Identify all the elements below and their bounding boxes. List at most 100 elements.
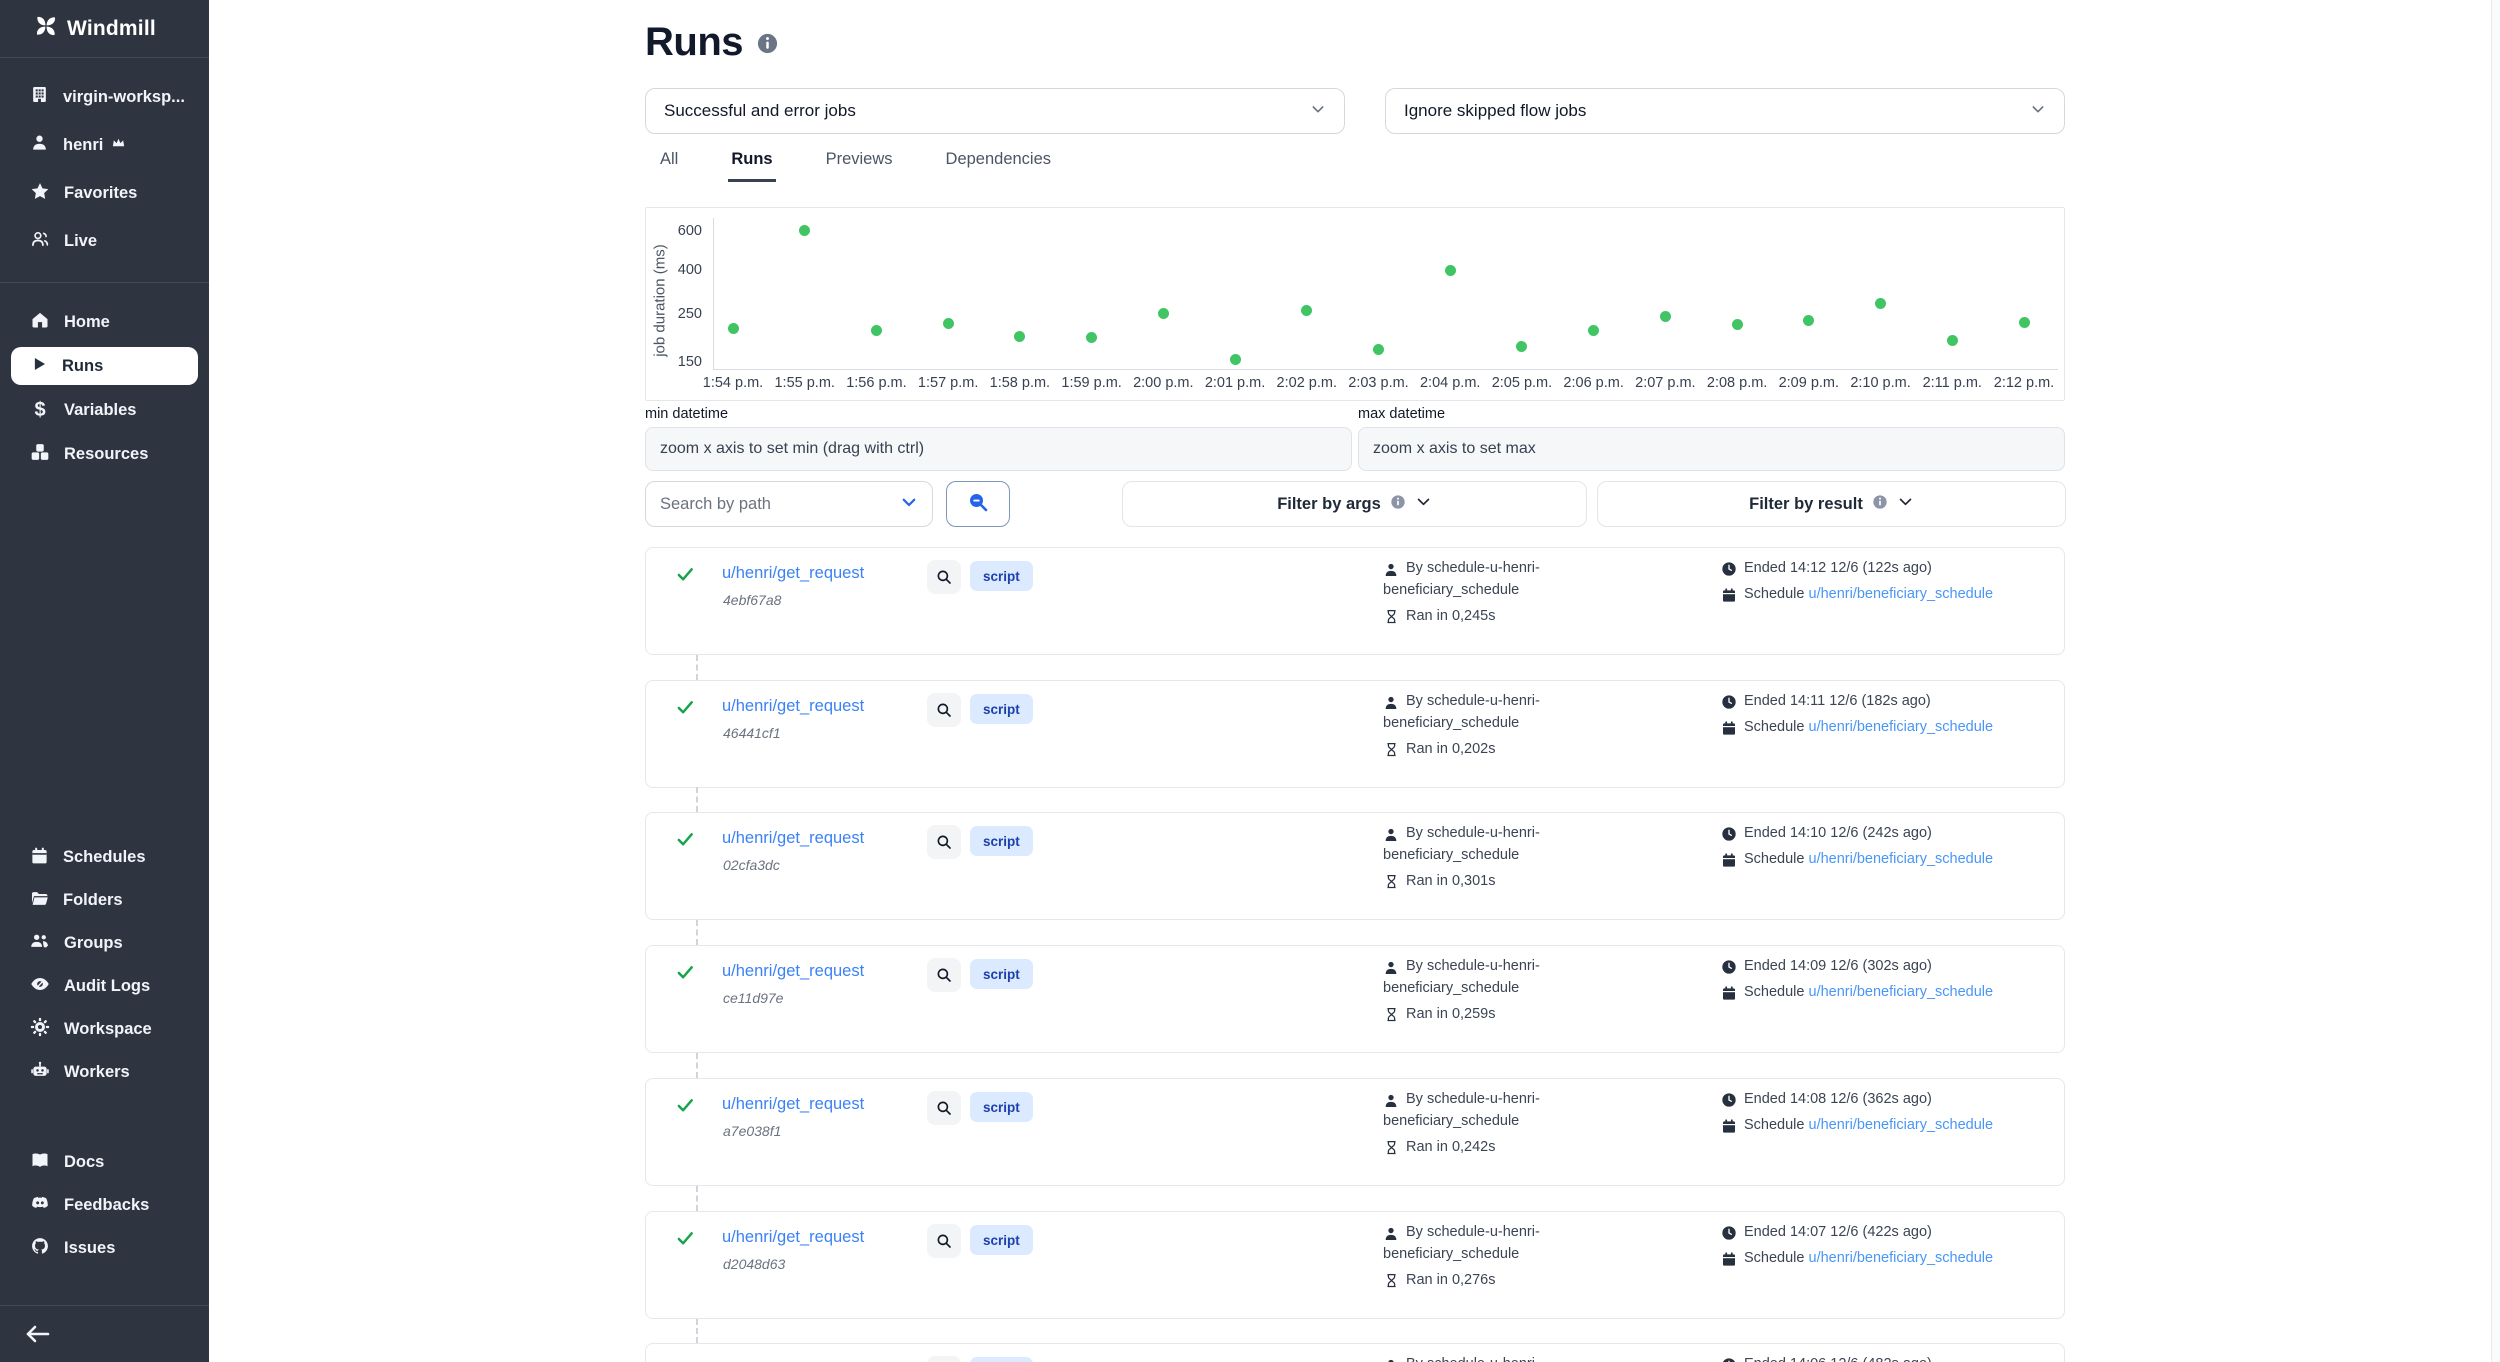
chart-data-point[interactable] bbox=[799, 225, 810, 236]
run-path-link[interactable]: u/henri/get_request bbox=[722, 697, 864, 716]
filter-by-result-button[interactable]: Filter by result bbox=[1597, 481, 2066, 527]
partial-run-card[interactable]: u/henri/get_request script By schedule-u… bbox=[645, 1343, 2065, 1362]
schedule-path-link[interactable]: u/henri/beneficiary_schedule bbox=[1809, 984, 1994, 1000]
run-path-link[interactable]: u/henri/get_request bbox=[722, 1228, 864, 1247]
run-card[interactable]: u/henri/get_request script d2048d63 By s… bbox=[645, 1211, 2065, 1319]
inspect-run-button[interactable] bbox=[927, 1091, 961, 1125]
sidebar-item-workers[interactable]: Workers bbox=[0, 1051, 209, 1094]
hourglass-icon bbox=[1384, 742, 1399, 762]
tab-dependencies[interactable]: Dependencies bbox=[943, 142, 1055, 182]
run-card[interactable]: u/henri/get_request script By schedule-u… bbox=[645, 1343, 2065, 1362]
run-card[interactable]: u/henri/get_request script 46441cf1 By s… bbox=[645, 680, 2065, 788]
chart-data-point[interactable] bbox=[1875, 298, 1886, 309]
windmill-logo[interactable]: Windmill bbox=[0, 0, 209, 57]
sidebar-item-workspace-settings[interactable]: Workspace bbox=[0, 1008, 209, 1051]
run-card[interactable]: u/henri/get_request script a7e038f1 By s… bbox=[645, 1078, 2065, 1186]
chart-data-point[interactable] bbox=[1803, 315, 1814, 326]
search-button[interactable] bbox=[946, 481, 1010, 527]
sidebar-item-schedules[interactable]: Schedules bbox=[0, 836, 209, 879]
chart-data-point[interactable] bbox=[1301, 305, 1312, 316]
run-card[interactable]: u/henri/get_request script 4ebf67a8 By s… bbox=[645, 547, 2065, 655]
runs-duration-chart[interactable]: job duration (ms) 1502504006001:54 p.m.1… bbox=[645, 207, 2065, 401]
workspace-name: virgin-worksp... bbox=[63, 88, 185, 107]
chart-data-point[interactable] bbox=[1230, 354, 1241, 365]
chart-data-point[interactable] bbox=[1014, 331, 1025, 342]
sidebar-item-live[interactable]: Live bbox=[0, 217, 209, 265]
filter-by-args-button[interactable]: Filter by args bbox=[1122, 481, 1587, 527]
collapse-sidebar-button[interactable] bbox=[22, 1322, 58, 1352]
schedule-path-link[interactable]: u/henri/beneficiary_schedule bbox=[1809, 1250, 1994, 1266]
sidebar-item-docs[interactable]: Docs bbox=[0, 1141, 209, 1184]
job-kind-select[interactable]: Successful and error jobs bbox=[645, 88, 1345, 134]
run-card[interactable]: u/henri/get_request script ce11d97e By s… bbox=[645, 945, 2065, 1053]
sidebar-account-group: virgin-worksp... henri Favorites Live bbox=[0, 73, 209, 265]
folder-icon bbox=[30, 889, 49, 913]
run-path-link[interactable]: u/henri/get_request bbox=[722, 829, 864, 848]
discord-icon bbox=[30, 1193, 50, 1218]
chart-data-point[interactable] bbox=[1947, 335, 1958, 346]
sidebar-item-groups[interactable]: Groups bbox=[0, 922, 209, 965]
sidebar-item-folders[interactable]: Folders bbox=[0, 879, 209, 922]
skipped-flows-select[interactable]: Ignore skipped flow jobs bbox=[1385, 88, 2065, 134]
chart-data-point[interactable] bbox=[1158, 308, 1169, 319]
star-icon bbox=[30, 181, 50, 206]
schedule-path-link[interactable]: u/henri/beneficiary_schedule bbox=[1809, 1117, 1994, 1133]
scrollbar[interactable] bbox=[2491, 0, 2500, 1362]
search-icon bbox=[966, 490, 990, 519]
chart-data-point[interactable] bbox=[1516, 341, 1527, 352]
sidebar-item-audit-logs[interactable]: Audit Logs bbox=[0, 965, 209, 1008]
tab-all[interactable]: All bbox=[657, 142, 681, 182]
dollar-icon: $ bbox=[30, 399, 50, 422]
sidebar-item-issues[interactable]: Issues bbox=[0, 1227, 209, 1270]
success-check-icon bbox=[676, 698, 695, 722]
divider bbox=[0, 57, 209, 58]
info-icon[interactable] bbox=[756, 32, 779, 60]
chart-y-axis bbox=[713, 218, 714, 369]
sidebar-item-runs[interactable]: Runs bbox=[11, 347, 198, 385]
run-hash: d2048d63 bbox=[723, 1256, 785, 1272]
chart-data-point[interactable] bbox=[1660, 311, 1671, 322]
script-badge: script bbox=[970, 1225, 1033, 1255]
sidebar-item-variables[interactable]: $ Variables bbox=[0, 388, 209, 432]
sidebar-item-home[interactable]: Home bbox=[0, 300, 209, 344]
sidebar-item-favorites[interactable]: Favorites bbox=[0, 169, 209, 217]
chart-x-tick: 2:09 p.m. bbox=[1769, 375, 1849, 391]
chart-data-point[interactable] bbox=[1373, 344, 1384, 355]
chart-data-point[interactable] bbox=[1086, 332, 1097, 343]
chart-x-tick: 1:55 p.m. bbox=[765, 375, 845, 391]
min-datetime-input[interactable] bbox=[645, 427, 1352, 471]
run-path-link[interactable]: u/henri/get_request bbox=[722, 1095, 864, 1114]
clock-icon bbox=[1721, 561, 1737, 582]
inspect-run-button[interactable] bbox=[927, 1356, 961, 1362]
inspect-run-button[interactable] bbox=[927, 693, 961, 727]
max-datetime-input[interactable] bbox=[1358, 427, 2065, 471]
chart-data-point[interactable] bbox=[943, 318, 954, 329]
calendar-icon bbox=[1721, 720, 1737, 741]
chart-data-point[interactable] bbox=[871, 325, 882, 336]
run-path-link[interactable]: u/henri/get_request bbox=[722, 564, 864, 583]
run-path-link[interactable]: u/henri/get_request bbox=[722, 962, 864, 981]
schedule-path-link[interactable]: u/henri/beneficiary_schedule bbox=[1809, 586, 1994, 602]
sidebar-item-resources[interactable]: Resources bbox=[0, 432, 209, 476]
run-schedule: Schedule u/henri/beneficiary_schedule bbox=[1744, 1117, 1993, 1133]
run-card[interactable]: u/henri/get_request script 02cfa3dc By s… bbox=[645, 812, 2065, 920]
schedule-path-link[interactable]: u/henri/beneficiary_schedule bbox=[1809, 851, 1994, 867]
chart-data-point[interactable] bbox=[1445, 265, 1456, 276]
chart-data-point[interactable] bbox=[728, 323, 739, 334]
run-hash: 4ebf67a8 bbox=[723, 592, 781, 608]
tab-runs[interactable]: Runs bbox=[728, 142, 775, 182]
tab-previews[interactable]: Previews bbox=[823, 142, 896, 182]
sidebar-item-workspace-select[interactable]: virgin-worksp... bbox=[0, 73, 209, 121]
chart-x-tick: 2:12 p.m. bbox=[1984, 375, 2064, 391]
inspect-run-button[interactable] bbox=[927, 958, 961, 992]
chart-data-point[interactable] bbox=[1732, 319, 1743, 330]
chart-data-point[interactable] bbox=[1588, 325, 1599, 336]
sidebar-item-feedbacks[interactable]: Feedbacks bbox=[0, 1184, 209, 1227]
schedule-path-link[interactable]: u/henri/beneficiary_schedule bbox=[1809, 719, 1994, 735]
inspect-run-button[interactable] bbox=[927, 560, 961, 594]
chart-data-point[interactable] bbox=[2019, 317, 2030, 328]
inspect-run-button[interactable] bbox=[927, 825, 961, 859]
inspect-run-button[interactable] bbox=[927, 1224, 961, 1258]
search-by-path-select[interactable]: Search by path bbox=[645, 481, 933, 527]
sidebar-item-user[interactable]: henri bbox=[0, 121, 209, 169]
